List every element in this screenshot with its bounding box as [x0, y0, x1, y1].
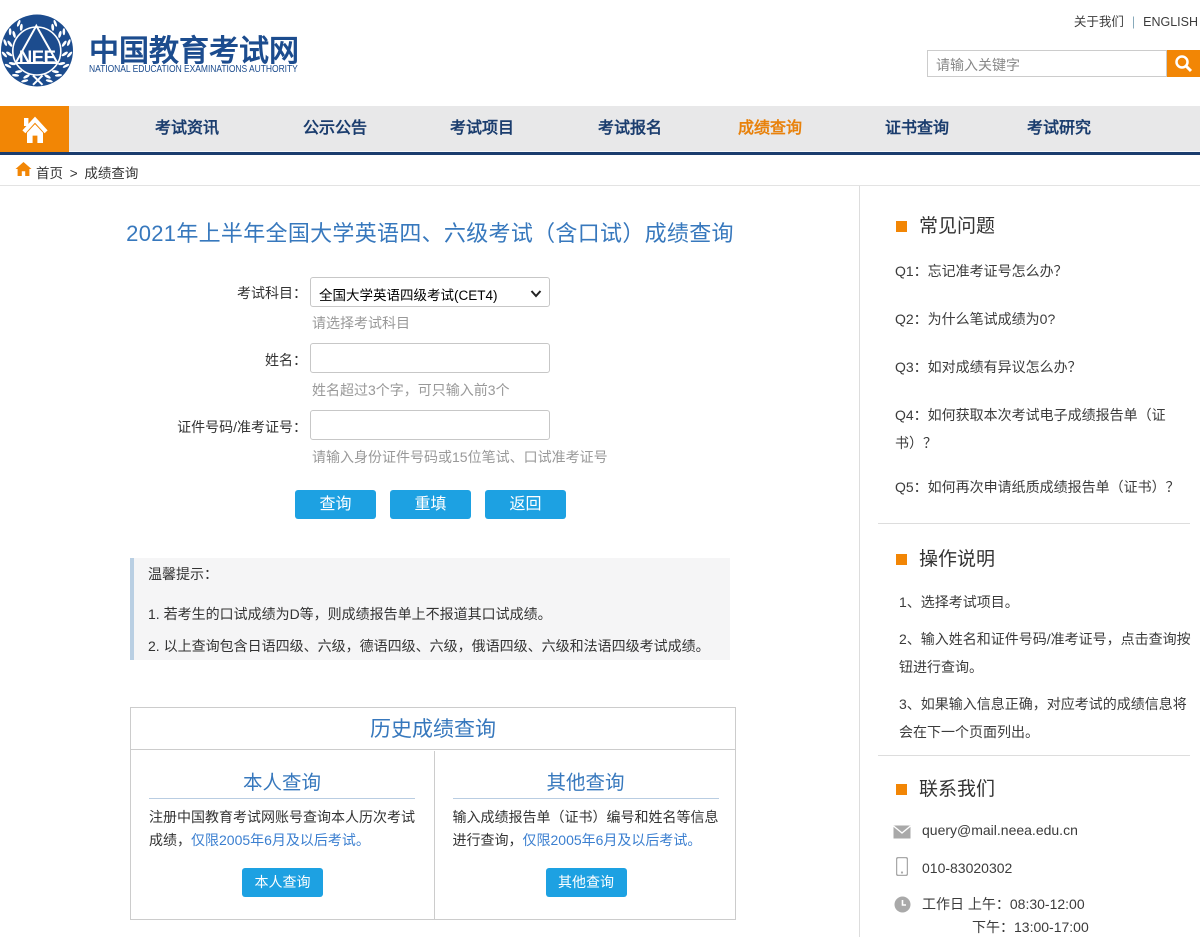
svg-text:NEE: NEE — [19, 47, 56, 68]
